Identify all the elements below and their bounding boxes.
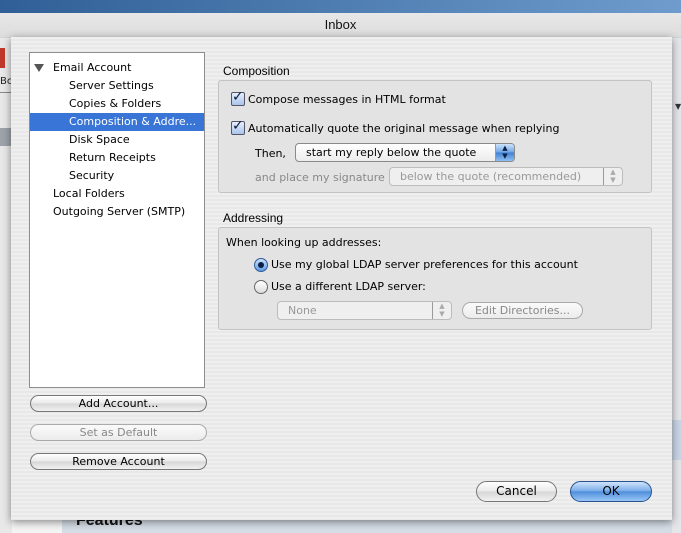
signature-label: and place my signature bbox=[255, 171, 385, 184]
then-label: Then, bbox=[255, 147, 286, 160]
tree-item-composition-addressing[interactable]: Composition & Addre... bbox=[30, 113, 204, 131]
background-toolbar-icon bbox=[0, 48, 5, 68]
checkmark-icon: ✓ bbox=[232, 118, 244, 134]
tree-item-label: Local Folders bbox=[53, 187, 125, 200]
addressing-group: When looking up addresses: Use my global… bbox=[218, 227, 652, 330]
global-ldap-radio[interactable] bbox=[254, 258, 268, 272]
cancel-button[interactable]: Cancel bbox=[476, 481, 557, 502]
tree-item-label: Security bbox=[69, 169, 115, 182]
tree-item-disk-space[interactable]: Disk Space bbox=[30, 131, 204, 149]
signature-position-popup[interactable]: below the quote (recommended) ▲ ▼ bbox=[389, 167, 623, 186]
composition-heading: Composition bbox=[223, 64, 290, 78]
remove-account-button[interactable]: Remove Account bbox=[30, 453, 207, 470]
auto-quote-checkbox[interactable]: ✓ bbox=[231, 118, 245, 135]
composition-group: ✓ Compose messages in HTML format ✓ Auto… bbox=[218, 80, 652, 193]
tree-item-server-settings[interactable]: Server Settings bbox=[30, 77, 204, 95]
edit-directories-button[interactable]: Edit Directories... bbox=[462, 302, 583, 319]
popup-arrows-icon: ▲ ▼ bbox=[603, 168, 622, 185]
tree-item-outgoing-server[interactable]: Outgoing Server (SMTP) bbox=[30, 203, 204, 221]
signature-position-value: below the quote (recommended) bbox=[400, 170, 582, 183]
set-as-default-button[interactable]: Set as Default bbox=[30, 424, 207, 441]
ok-button[interactable]: OK bbox=[570, 481, 652, 502]
tree-item-local-folders[interactable]: Local Folders bbox=[30, 185, 204, 203]
tree-item-label: Copies & Folders bbox=[69, 97, 162, 110]
window-title: Inbox bbox=[324, 17, 357, 32]
addressing-heading: Addressing bbox=[223, 211, 284, 225]
html-format-label[interactable]: Compose messages in HTML format bbox=[248, 93, 446, 106]
desktop-background bbox=[0, 0, 681, 13]
account-tree[interactable]: Email Account Server Settings Copies & F… bbox=[29, 52, 205, 388]
tree-item-label: Composition & Addre... bbox=[69, 115, 197, 128]
add-account-button[interactable]: Add Account... bbox=[30, 395, 207, 412]
disclosure-triangle-icon[interactable] bbox=[34, 64, 44, 72]
popup-arrows-icon: ▲ ▼ bbox=[495, 144, 514, 161]
chevron-down-icon: ▼ bbox=[675, 102, 681, 111]
lookup-label: When looking up addresses: bbox=[226, 236, 382, 249]
tree-item-label: Disk Space bbox=[69, 133, 130, 146]
tree-item-label: Outgoing Server (SMTP) bbox=[53, 205, 186, 218]
window-titlebar: Inbox bbox=[0, 0, 681, 37]
background-panel bbox=[672, 420, 681, 460]
tree-item-return-receipts[interactable]: Return Receipts bbox=[30, 149, 204, 167]
tree-item-label: Email Account bbox=[53, 61, 132, 74]
reply-position-popup[interactable]: start my reply below the quote ▲ ▼ bbox=[295, 143, 515, 162]
different-ldap-label[interactable]: Use a different LDAP server: bbox=[271, 280, 426, 293]
different-ldap-radio[interactable] bbox=[254, 280, 268, 294]
reply-position-value: start my reply below the quote bbox=[306, 146, 477, 159]
html-format-checkbox[interactable]: ✓ bbox=[231, 89, 245, 106]
ldap-server-popup[interactable]: None ▲ ▼ bbox=[277, 301, 452, 320]
global-ldap-label[interactable]: Use my global LDAP server preferences fo… bbox=[271, 258, 578, 271]
tree-item-label: Server Settings bbox=[69, 79, 154, 92]
tree-item-copies-folders[interactable]: Copies & Folders bbox=[30, 95, 204, 113]
checkmark-icon: ✓ bbox=[232, 89, 244, 105]
popup-arrows-icon: ▲ ▼ bbox=[432, 302, 451, 319]
radio-dot-icon bbox=[258, 262, 264, 268]
auto-quote-label[interactable]: Automatically quote the original message… bbox=[248, 122, 559, 135]
account-settings-sheet: Email Account Server Settings Copies & F… bbox=[11, 37, 672, 520]
ldap-server-value: None bbox=[288, 304, 317, 317]
tree-item-email-account[interactable]: Email Account bbox=[30, 59, 204, 77]
tree-item-label: Return Receipts bbox=[69, 151, 156, 164]
tree-item-security[interactable]: Security bbox=[30, 167, 204, 185]
